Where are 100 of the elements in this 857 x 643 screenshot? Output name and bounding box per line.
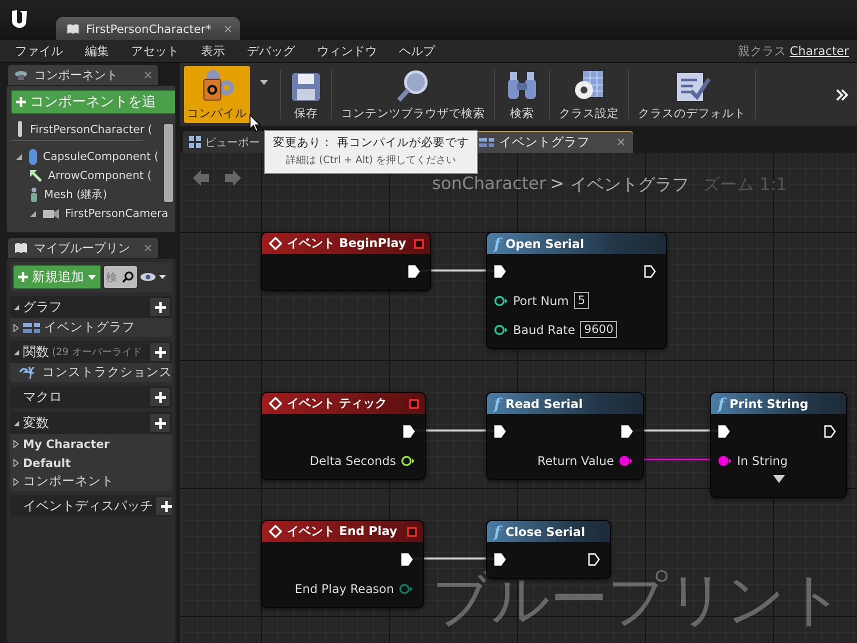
- menu-item[interactable]: ウィンドウ: [317, 42, 377, 60]
- toolbar-button[interactable]: クラス設定: [556, 66, 622, 123]
- back-arrow-icon[interactable]: [192, 169, 210, 187]
- pin-value-field[interactable]: 5: [574, 292, 590, 309]
- plus-icon: [154, 392, 166, 402]
- add-button[interactable]: [150, 343, 170, 361]
- graph-node[interactable]: f Close Serial: [486, 520, 611, 579]
- graph-node[interactable]: f Print String In String: [710, 392, 847, 498]
- expand-arrow-icon[interactable]: [13, 420, 20, 426]
- exec-pin-icon[interactable]: [494, 425, 506, 438]
- graph-node[interactable]: f Open Serial Port Num 5 Baud Rate 9600: [486, 232, 667, 349]
- toolbar-button[interactable]: クラスのデフォルト: [635, 66, 749, 123]
- menu-item[interactable]: デバッグ: [247, 42, 295, 60]
- exec-pin-icon[interactable]: [408, 265, 420, 278]
- delegate-pin-icon[interactable]: [414, 238, 424, 248]
- menu-item[interactable]: ヘルプ: [399, 42, 435, 60]
- tree-item[interactable]: ArrowComponent (: [48, 169, 152, 182]
- cursor-icon: [249, 114, 261, 133]
- data-pin-icon[interactable]: [401, 454, 415, 466]
- pin-label: Delta Seconds: [310, 454, 396, 468]
- expand-arrow-icon[interactable]: [13, 304, 20, 310]
- exec-pin-icon[interactable]: [824, 425, 836, 438]
- toolbar-button[interactable]: コンパイル: [184, 66, 250, 123]
- section-title[interactable]: 関数: [23, 343, 49, 361]
- section-title[interactable]: グラフ: [23, 298, 62, 316]
- graph-node[interactable]: f Read Serial Return Value: [486, 392, 644, 480]
- document-tab-title: FirstPersonCharacter*: [86, 22, 212, 36]
- exec-pin-icon[interactable]: [494, 265, 506, 278]
- scrollbar[interactable]: [164, 124, 173, 202]
- book-icon: [14, 242, 28, 254]
- tree-item[interactable]: FirstPersonCamera: [65, 207, 168, 220]
- pin-label: Port Num: [513, 294, 569, 308]
- expand-arrow-icon[interactable]: [15, 152, 23, 160]
- pin-label: Return Value: [537, 454, 614, 468]
- caret-icon: [260, 80, 268, 85]
- toolbar-button[interactable]: 検索: [501, 66, 543, 123]
- close-icon[interactable]: [144, 244, 152, 252]
- tree-item[interactable]: CapsuleComponent (: [43, 150, 159, 163]
- close-icon[interactable]: [224, 24, 232, 32]
- delegate-pin-icon[interactable]: [409, 398, 419, 408]
- plus-icon: [154, 302, 166, 312]
- exec-pin-icon[interactable]: [621, 425, 633, 438]
- figure-icon: [15, 121, 25, 137]
- add-button[interactable]: [150, 388, 170, 406]
- node-title: Close Serial: [505, 524, 586, 538]
- expand-arrow-icon[interactable]: [13, 324, 20, 332]
- expand-arrow-icon[interactable]: [13, 478, 20, 486]
- forward-arrow-icon[interactable]: [224, 169, 242, 187]
- expand-arrow-icon[interactable]: [13, 348, 20, 356]
- graph-node[interactable]: イベント ティック Delta Seconds: [261, 392, 426, 480]
- parent-class-link[interactable]: Character: [790, 44, 849, 58]
- tree-item[interactable]: FirstPersonCharacter (: [30, 122, 152, 136]
- data-pin-icon[interactable]: [494, 324, 508, 336]
- tree-item[interactable]: Mesh (継承): [44, 187, 108, 202]
- delegate-pin-icon[interactable]: [407, 526, 417, 536]
- exec-pin-icon[interactable]: [494, 553, 506, 566]
- figure-icon: [29, 186, 39, 202]
- menu-item[interactable]: 表示: [201, 42, 225, 60]
- data-pin-icon[interactable]: [619, 454, 633, 466]
- close-icon[interactable]: [144, 71, 152, 79]
- data-pin-icon[interactable]: [494, 294, 508, 306]
- exec-pin-icon[interactable]: [403, 425, 415, 438]
- exec-pin-icon[interactable]: [401, 553, 413, 566]
- chevron-icon[interactable]: [835, 88, 849, 102]
- graph-node[interactable]: イベント BeginPlay: [261, 232, 431, 291]
- expand-arrow-icon[interactable]: [772, 475, 784, 483]
- pin-value-field[interactable]: 9600: [580, 321, 618, 338]
- node-title: Print String: [729, 396, 810, 410]
- search-field[interactable]: 検: [104, 266, 137, 288]
- eye-icon[interactable]: [140, 272, 168, 282]
- diamond-icon: [269, 397, 282, 410]
- add-button[interactable]: [156, 497, 172, 515]
- camera-icon: [42, 206, 60, 220]
- exec-pin-icon[interactable]: [718, 425, 730, 438]
- section-title[interactable]: 変数: [23, 414, 49, 432]
- plus-icon: [18, 272, 28, 282]
- grid-icon: [189, 136, 201, 148]
- menu-item[interactable]: アセット: [131, 42, 179, 60]
- expand-arrow-icon[interactable]: [13, 440, 20, 448]
- toolbar-button[interactable]: コンテンツブラウザで検索: [338, 66, 488, 123]
- toolbar-button[interactable]: 保存: [287, 66, 325, 123]
- pin-label: Baud Rate: [513, 322, 576, 336]
- menu-item[interactable]: 編集: [85, 42, 109, 60]
- expand-arrow-icon[interactable]: [13, 458, 20, 466]
- menu-item[interactable]: ファイル: [15, 42, 63, 60]
- breadcrumb-link[interactable]: sonCharacter: [432, 174, 546, 194]
- expand-arrow-icon[interactable]: [29, 210, 37, 218]
- add-button[interactable]: [150, 298, 170, 316]
- tooltip-title: 変更あり： 再コンパイルが必要です: [273, 135, 469, 150]
- document-tab[interactable]: FirstPersonCharacter*: [56, 17, 240, 40]
- exec-pin-icon[interactable]: [588, 553, 600, 566]
- graph-node[interactable]: イベント End Play End Play Reason: [261, 520, 424, 608]
- data-pin-icon[interactable]: [718, 454, 732, 466]
- exec-pin-icon[interactable]: [644, 265, 656, 278]
- function-glyph: f: [718, 394, 724, 412]
- add-button[interactable]: [150, 414, 170, 432]
- close-icon[interactable]: [617, 138, 625, 146]
- graph-canvas[interactable]: [180, 153, 857, 643]
- node-title: イベント BeginPlay: [287, 235, 408, 252]
- section-title[interactable]: マクロ: [23, 388, 62, 406]
